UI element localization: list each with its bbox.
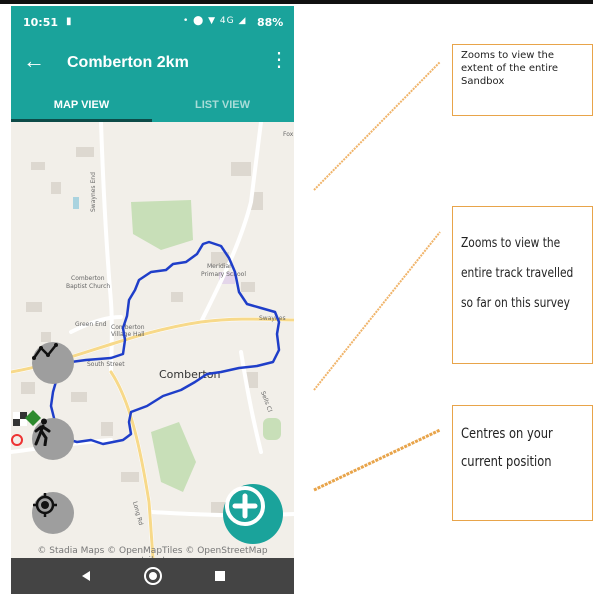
- callout-track-line-2: entire track travelled: [461, 266, 574, 281]
- callout-sandbox: Zooms to view the extent of the entire S…: [452, 44, 593, 116]
- callout-track-line-3: so far on this survey: [461, 296, 570, 311]
- callout-position-line-2: current position: [461, 454, 552, 470]
- callout-sandbox-line-1: Zooms to view the: [461, 50, 555, 61]
- callout-track-line-1: Zooms to view the: [461, 236, 561, 251]
- callout-position-line-1: Centres on your: [461, 426, 553, 442]
- callout-sandbox-line-2: extent of the entire: [461, 63, 559, 74]
- callout-position: Centres on your current position: [452, 405, 593, 521]
- callout-sandbox-line-3: Sandbox: [461, 76, 505, 87]
- callout-track: Zooms to view the entire track travelled…: [452, 206, 593, 364]
